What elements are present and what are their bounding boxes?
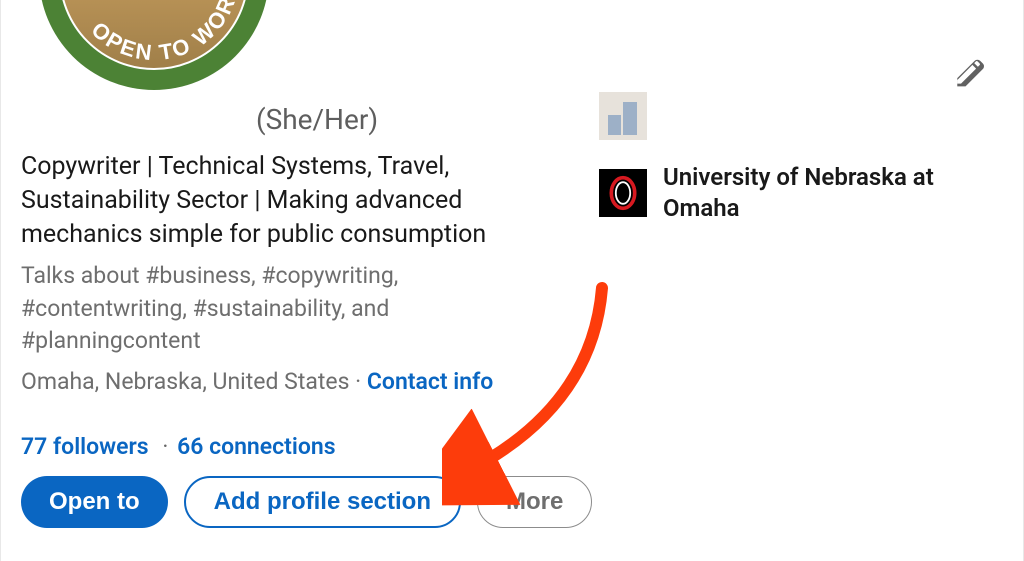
organizations-sidebar: University of Nebraska at Omaha [599,92,979,246]
open-to-work-ring: OPEN TO WORK [39,0,269,90]
more-button[interactable]: More [477,476,592,528]
profile-avatar[interactable]: OPEN TO WORK [39,0,269,90]
location-text: Omaha, Nebraska, United States [21,368,349,395]
pronouns: (She/Her) [256,103,378,136]
headline: Copywriter | Technical Systems, Travel, … [21,150,541,252]
followers-link[interactable]: 77 followers [21,433,149,460]
stats-row: 77 followers · 66 connections [21,433,336,460]
avatar-image [59,0,249,70]
school-row[interactable]: University of Nebraska at Omaha [599,162,979,224]
action-row: Open to Add profile section More [21,476,592,528]
pencil-icon [952,57,984,89]
name-row: (She/Her) [21,103,378,136]
add-profile-section-button[interactable]: Add profile section [184,476,461,528]
talks-about: Talks about #business, #copywriting, #co… [21,260,521,358]
school-logo-icon [599,169,647,217]
edit-profile-button[interactable] [949,54,987,92]
location-row: Omaha, Nebraska, United States · Contact… [21,368,493,395]
school-name: University of Nebraska at Omaha [663,162,979,224]
contact-info-link[interactable]: Contact info [367,368,493,395]
connections-link[interactable]: 66 connections [177,433,335,460]
company-row[interactable] [599,92,979,140]
company-logo-icon [599,92,647,140]
open-to-button[interactable]: Open to [21,476,168,528]
